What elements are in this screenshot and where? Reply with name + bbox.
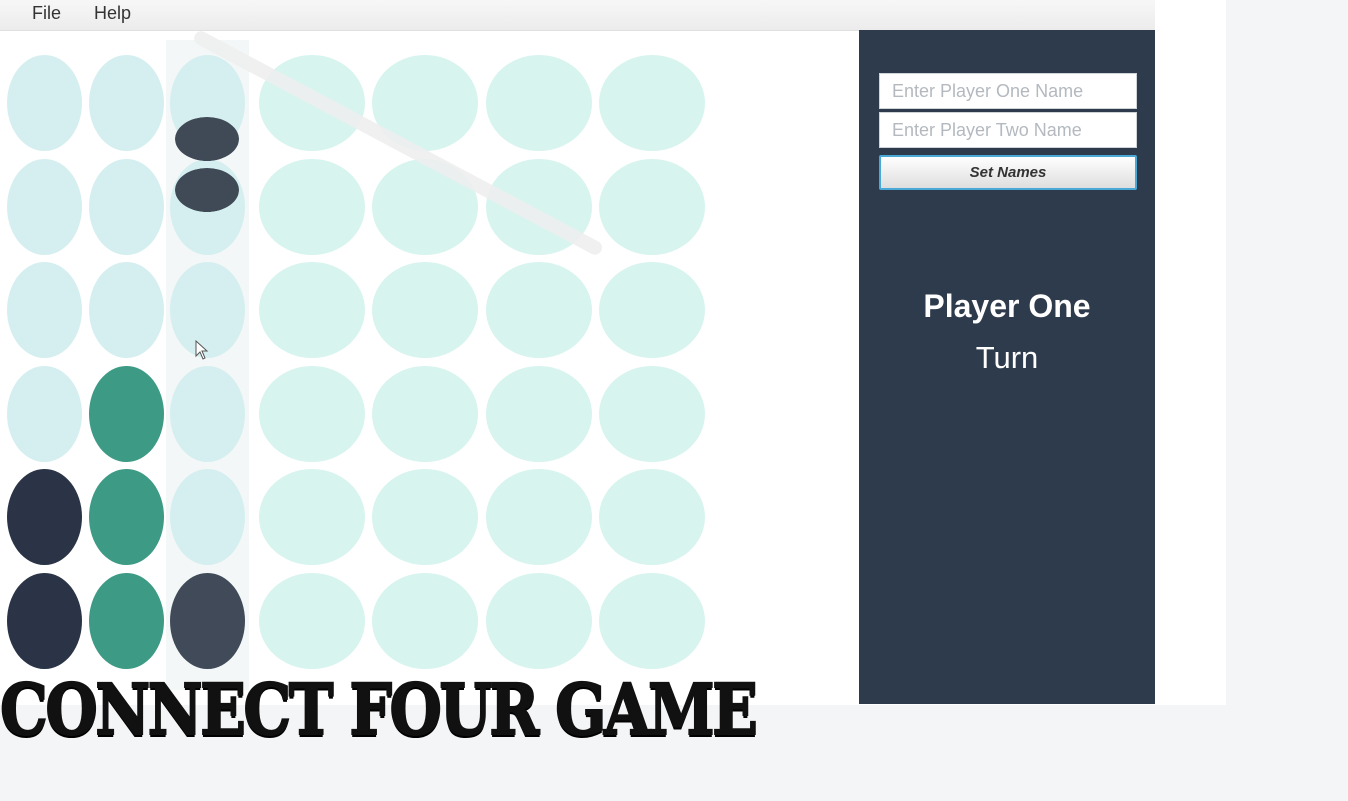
empty-slot (372, 262, 478, 358)
board-column-1[interactable] (3, 40, 86, 690)
game-title-banner: CONNECT FOUR GAME (0, 667, 759, 752)
menu-help[interactable]: Help (94, 3, 131, 24)
empty-slot (486, 55, 592, 151)
empty-slot (7, 365, 82, 462)
turn-label: Turn (975, 340, 1039, 375)
player-two-disc (7, 572, 82, 669)
side-panel: Set Names Player One Turn (859, 30, 1155, 704)
empty-slot (259, 572, 365, 669)
empty-slot (89, 158, 164, 255)
empty-slot (7, 158, 82, 255)
empty-slot (486, 262, 592, 358)
game-window: File Help Set Names Player One Turn (0, 0, 1226, 705)
empty-slot (372, 365, 478, 462)
empty-slot (486, 572, 592, 669)
board-column-4[interactable] (255, 40, 369, 690)
empty-slot (89, 55, 164, 151)
empty-slot (599, 262, 705, 358)
empty-slot (170, 469, 245, 565)
set-names-button[interactable]: Set Names (879, 155, 1137, 190)
board-column-6[interactable] (482, 40, 596, 690)
dropping-piece-lower (175, 168, 239, 212)
menu-file[interactable]: File (32, 3, 61, 24)
empty-slot (372, 469, 478, 565)
empty-slot (259, 158, 365, 255)
empty-slot (259, 469, 365, 565)
empty-slot (486, 469, 592, 565)
empty-slot (599, 572, 705, 669)
empty-slot (170, 365, 245, 462)
empty-slot (599, 365, 705, 462)
player-one-disc (89, 572, 164, 669)
current-player-name: Player One (923, 288, 1091, 324)
player-two-name-input[interactable] (879, 112, 1137, 148)
menu-bar: File Help (0, 0, 1155, 31)
player-one-disc (89, 469, 164, 565)
empty-slot (599, 158, 705, 255)
empty-slot (7, 55, 82, 151)
dropping-piece-upper (175, 117, 239, 161)
empty-slot (599, 469, 705, 565)
player-one-disc (89, 365, 164, 462)
player-two-disc (170, 572, 245, 669)
player-one-name-input[interactable] (879, 73, 1137, 109)
empty-slot (89, 262, 164, 358)
empty-slot (486, 365, 592, 462)
empty-slot (259, 262, 365, 358)
empty-slot (372, 572, 478, 669)
player-two-disc (7, 469, 82, 565)
board-column-7[interactable] (595, 40, 709, 690)
empty-slot (599, 55, 705, 151)
mouse-pointer-icon (195, 340, 209, 360)
empty-slot (7, 262, 82, 358)
board-column-2[interactable] (85, 40, 168, 690)
game-board[interactable] (5, 40, 845, 690)
empty-slot (259, 365, 365, 462)
